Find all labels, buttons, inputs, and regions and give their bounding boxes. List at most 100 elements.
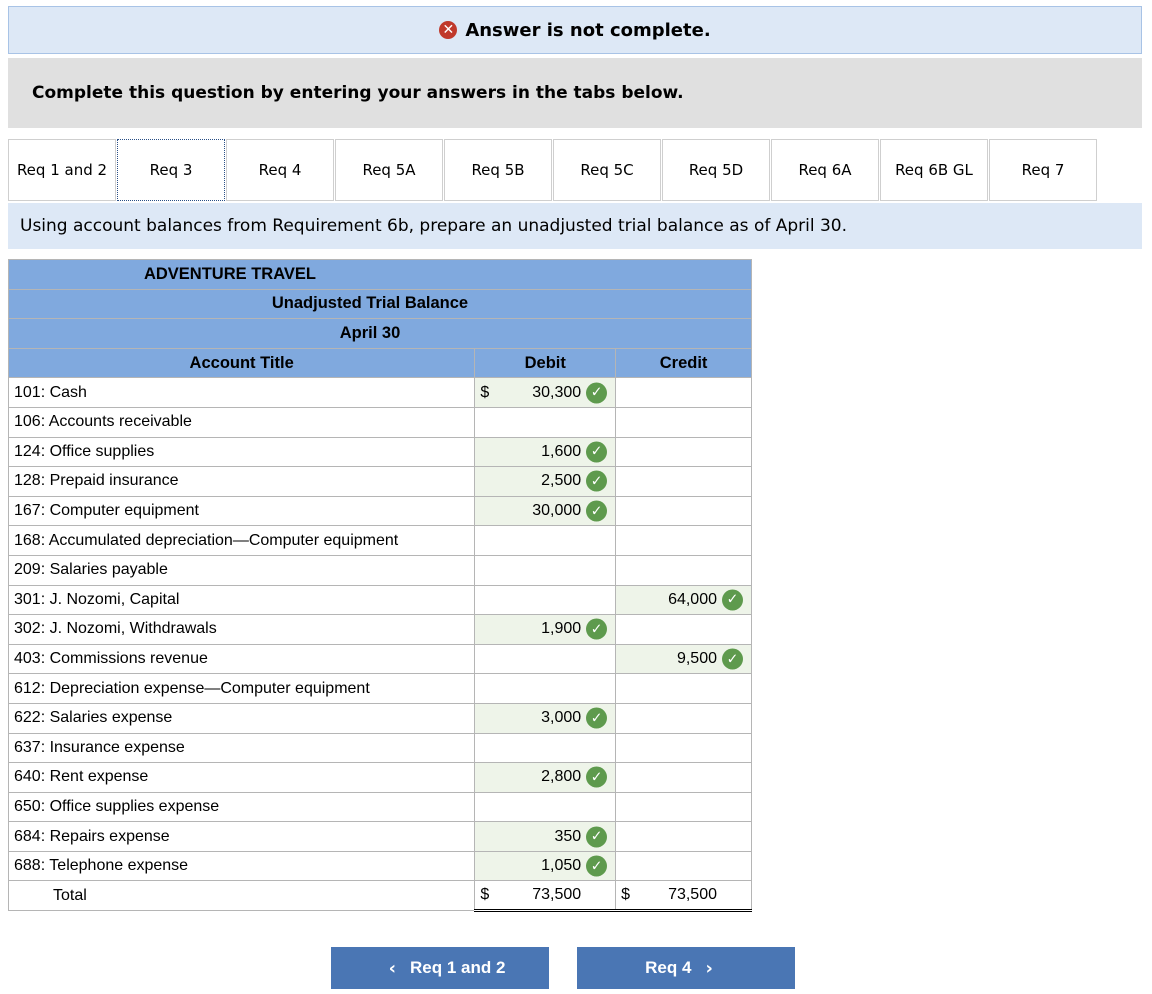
statement-title: Unadjusted Trial Balance xyxy=(8,288,752,320)
account-title[interactable]: 209: Salaries payable xyxy=(7,554,476,586)
total-credit: $73,500 xyxy=(615,880,752,913)
account-title[interactable]: 301: J. Nozomi, Capital xyxy=(7,584,476,616)
debit-cell[interactable] xyxy=(474,732,617,764)
account-title[interactable]: 101: Cash xyxy=(7,377,476,408)
amount-value: 1,600 xyxy=(541,442,582,460)
instruction-text: Complete this question by entering your … xyxy=(32,83,684,103)
account-title[interactable]: 106: Accounts receivable xyxy=(7,406,476,438)
tab-req-4[interactable]: Req 5B xyxy=(444,139,552,201)
trial-balance-table: ADVENTURE TRAVEL Unadjusted Trial Balanc… xyxy=(7,259,752,913)
credit-cell[interactable] xyxy=(615,762,752,793)
account-title[interactable]: 403: Commissions revenue xyxy=(7,643,476,675)
tab-req-8[interactable]: Req 6B GL xyxy=(880,139,988,201)
debit-cell[interactable]: 350 ✓ xyxy=(474,821,617,852)
table-row: 684: Repairs expense 350 ✓ xyxy=(7,821,752,852)
requirement-tabs: Req 1 and 2 Req 3 Req 4 Req 5A Req 5B Req 5C R… xyxy=(8,139,1098,203)
total-debit: $73,500 xyxy=(474,880,617,913)
amount-value: 2,800 xyxy=(541,768,582,786)
credit-cell[interactable] xyxy=(615,614,752,645)
table-row: 612: Depreciation expense—Computer equip… xyxy=(7,673,752,704)
account-title[interactable]: 640: Rent expense xyxy=(7,762,476,793)
debit-cell[interactable] xyxy=(474,584,617,616)
amount-value: 350 xyxy=(554,827,582,845)
status-text: Answer is not complete. xyxy=(465,19,711,41)
dollar-sign: $ xyxy=(480,886,490,904)
tab-req-9[interactable]: Req 7 xyxy=(989,139,1097,201)
table-row: 640: Rent expense 2,800 ✓ xyxy=(7,762,752,793)
instruction-bar: Complete this question by entering your … xyxy=(8,58,1142,128)
credit-cell[interactable] xyxy=(615,850,752,882)
account-title[interactable]: 302: J. Nozomi, Withdrawals xyxy=(7,614,476,645)
debit-cell[interactable] xyxy=(474,791,617,823)
debit-cell[interactable] xyxy=(474,406,617,438)
check-icon: ✓ xyxy=(586,441,608,463)
account-title[interactable]: 167: Computer equipment xyxy=(7,495,476,527)
debit-cell[interactable]: 3,000 ✓ xyxy=(474,702,617,734)
table-row: 209: Salaries payable xyxy=(7,554,752,586)
credit-cell[interactable] xyxy=(615,377,752,408)
account-title[interactable]: 612: Depreciation expense—Computer equip… xyxy=(7,673,476,704)
check-icon: ✓ xyxy=(722,648,743,670)
credit-cell[interactable] xyxy=(615,406,752,438)
dollar-sign: $ xyxy=(621,886,631,904)
credit-cell[interactable] xyxy=(615,525,752,556)
account-title[interactable]: 684: Repairs expense xyxy=(7,821,476,852)
check-icon: ✓ xyxy=(586,618,608,640)
next-button[interactable]: Req 4 › xyxy=(577,947,795,989)
prev-button[interactable]: ‹ Req 1 and 2 xyxy=(331,947,549,989)
credit-cell[interactable]: 9,500 ✓ xyxy=(615,643,752,675)
amount-value: 2,500 xyxy=(541,472,582,490)
amount-value: 1,050 xyxy=(541,857,582,875)
debit-cell[interactable]: 30,000 ✓ xyxy=(474,495,617,527)
tab-req-6[interactable]: Req 5D xyxy=(662,139,770,201)
table-row: 403: Commissions revenue 9,500 ✓ xyxy=(7,643,752,675)
table-row: 302: J. Nozomi, Withdrawals 1,900 ✓ xyxy=(7,614,752,645)
debit-cell[interactable]: 1,900 ✓ xyxy=(474,614,617,645)
credit-cell[interactable] xyxy=(615,791,752,823)
account-title[interactable]: 637: Insurance expense xyxy=(7,732,476,764)
debit-cell[interactable]: $30,300 ✓ xyxy=(474,377,617,408)
debit-cell[interactable] xyxy=(474,525,617,556)
table-row: 168: Accumulated depreciation—Computer e… xyxy=(7,525,752,556)
tab-req-7[interactable]: Req 6A xyxy=(771,139,879,201)
credit-cell[interactable] xyxy=(615,554,752,586)
account-title[interactable]: 124: Office supplies xyxy=(7,436,476,468)
account-title[interactable]: 622: Salaries expense xyxy=(7,702,476,734)
next-button-label: Req 4 xyxy=(645,958,692,977)
tab-req-0[interactable]: Req 1 and 2 xyxy=(8,139,116,201)
credit-cell[interactable] xyxy=(615,436,752,468)
debit-cell[interactable]: 2,800 ✓ xyxy=(474,762,617,793)
tab-req-3[interactable]: Req 5A xyxy=(335,139,443,201)
credit-cell[interactable]: 64,000 ✓ xyxy=(615,584,752,616)
credit-cell[interactable] xyxy=(615,702,752,734)
tab-req-2[interactable]: Req 4 xyxy=(226,139,334,201)
account-title[interactable]: 168: Accumulated depreciation—Computer e… xyxy=(7,525,476,556)
tab-req-1[interactable]: Req 3 xyxy=(117,139,225,201)
amount-value: 30,000 xyxy=(532,502,582,520)
check-icon: ✓ xyxy=(586,470,608,492)
debit-cell[interactable]: 1,600 ✓ xyxy=(474,436,617,468)
debit-cell[interactable] xyxy=(474,673,617,704)
company-name: ADVENTURE TRAVEL xyxy=(8,259,752,290)
credit-cell[interactable] xyxy=(615,673,752,704)
account-title[interactable]: 128: Prepaid insurance xyxy=(7,466,476,497)
account-title[interactable]: 650: Office supplies expense xyxy=(7,791,476,823)
credit-cell[interactable] xyxy=(615,495,752,527)
debit-cell[interactable] xyxy=(474,554,617,586)
table-row: 637: Insurance expense xyxy=(7,732,752,764)
chevron-right-icon: › xyxy=(705,957,713,979)
credit-cell[interactable] xyxy=(615,466,752,497)
debit-cell[interactable]: 2,500 ✓ xyxy=(474,466,617,497)
debit-cell[interactable]: 1,050 ✓ xyxy=(474,850,617,882)
amount-value: 9,500 xyxy=(676,650,717,668)
check-icon: ✓ xyxy=(586,382,608,404)
credit-cell[interactable] xyxy=(615,821,752,852)
tab-req-5[interactable]: Req 5C xyxy=(553,139,661,201)
debit-cell[interactable] xyxy=(474,643,617,675)
account-title[interactable]: 688: Telephone expense xyxy=(7,850,476,882)
check-icon: ✓ xyxy=(586,826,608,848)
credit-cell[interactable] xyxy=(615,732,752,764)
check-icon: ✓ xyxy=(586,707,608,729)
table-row: 124: Office supplies 1,600 ✓ xyxy=(7,436,752,468)
table-row: 128: Prepaid insurance 2,500 ✓ xyxy=(7,466,752,497)
